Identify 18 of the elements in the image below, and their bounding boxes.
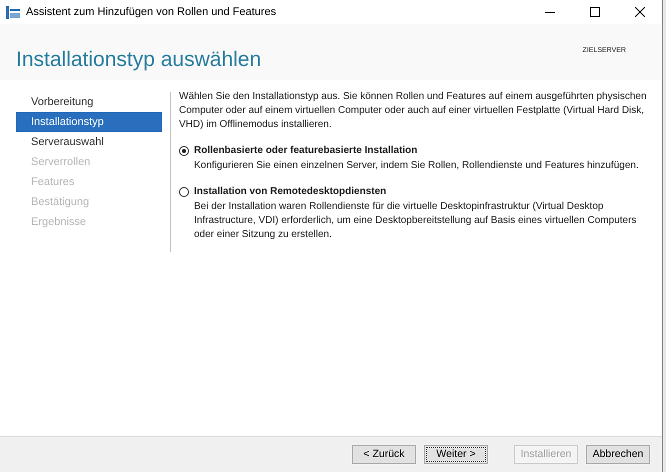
- option-label[interactable]: Rollenbasierte oder featurebasierte Installation: [194, 144, 418, 158]
- option-description: Konfigurieren Sie einen einzelnen Server, indem Sie Rollen, Rollendienste und Features hinzufügen.: [194, 159, 640, 173]
- intro-text: Wählen Sie den Installationstyp aus. Sie können Rollen und Features auf einem ausgeführten physischen Computer oder auf einem virtuellen Computer oder auch auf einer virtuellen Festplatte (Virtual Hard Disk, VHD) im Offlinemodus installieren.: [179, 90, 648, 132]
- radio-button[interactable]: [179, 187, 189, 197]
- maximize-icon: [590, 7, 600, 17]
- close-icon: [634, 7, 644, 17]
- option-label[interactable]: Installation von Remotedesktopdiensten: [194, 185, 386, 199]
- radio-button[interactable]: [179, 146, 189, 156]
- window-title: Assistent zum Hinzufügen von Rollen und Features: [26, 4, 276, 20]
- dialog-button[interactable]: Weiter >: [424, 445, 488, 464]
- page-title: Installationstyp auswählen: [16, 47, 262, 73]
- sidebar-item[interactable]: Installationstyp: [16, 112, 162, 132]
- app-icon: [6, 6, 20, 18]
- option-description: Bei der Installation waren Rollendienste für die virtuelle Desktopinfrastruktur (Virtual Desktop Infrastructure, VDI) erforderlich, um eine Desktopbereitstellung auf Basis eines virtuellen Computers oder einer Sitzung zu erstellen.: [194, 200, 638, 242]
- dialog-button[interactable]: Abbrechen: [586, 445, 650, 464]
- sidebar-item[interactable]: Serverauswahl: [16, 132, 162, 152]
- sidebar-item[interactable]: Vorbereitung: [16, 92, 162, 112]
- dialog-button[interactable]: < Zurück: [352, 445, 416, 464]
